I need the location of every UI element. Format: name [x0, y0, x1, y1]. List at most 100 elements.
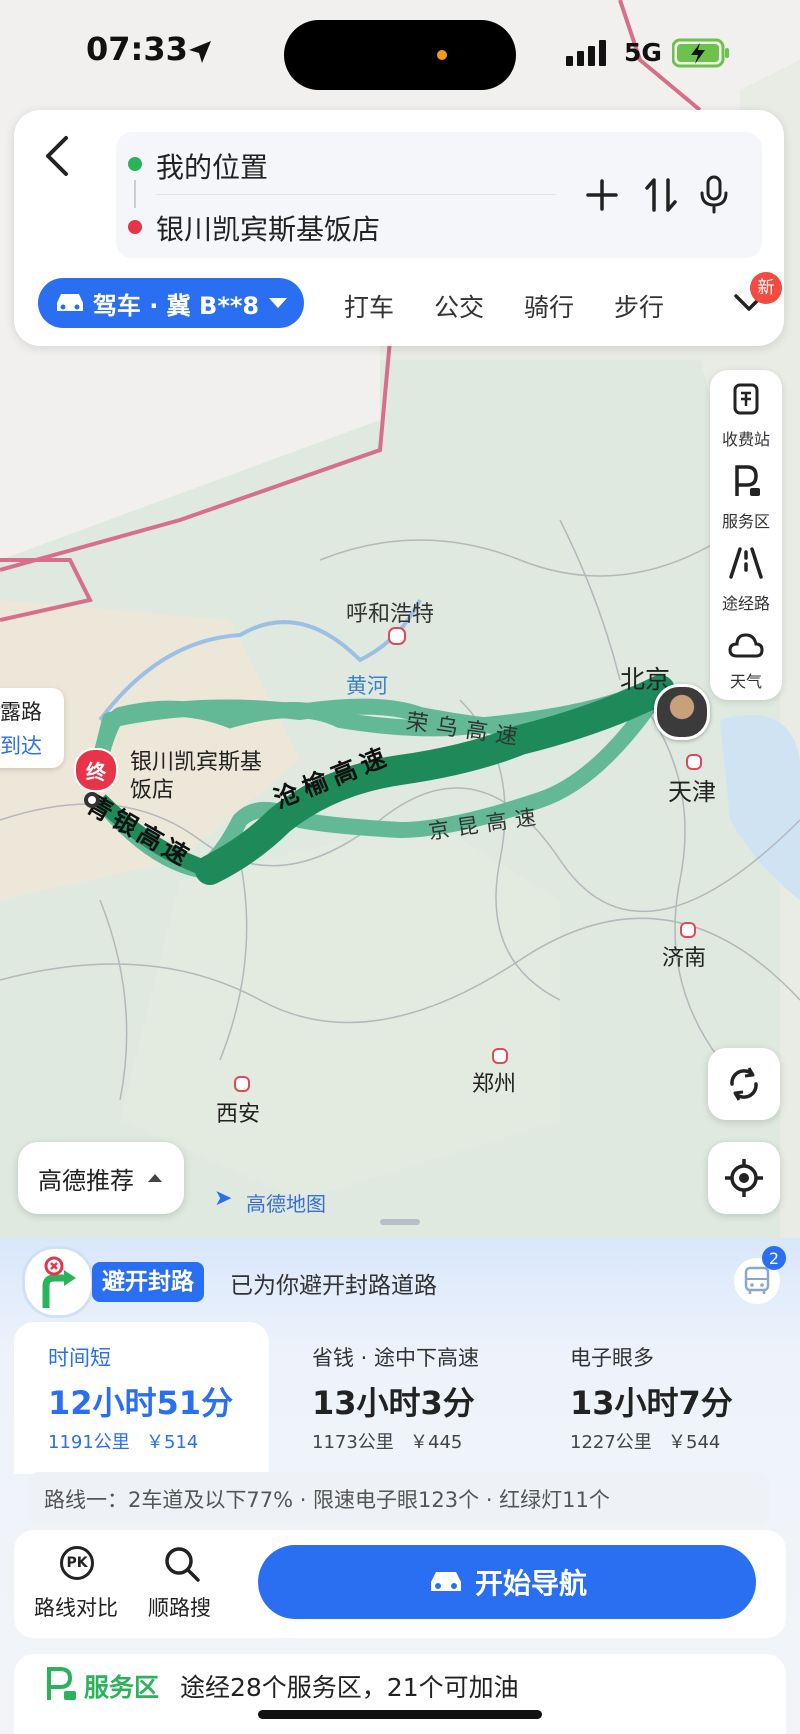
location-arrow-icon [189, 41, 211, 63]
road-closure-icon [22, 1246, 94, 1318]
city-zhengzhou-dot [492, 1048, 508, 1064]
refresh-route-button[interactable] [708, 1048, 780, 1120]
city-zhengzhou-label: 郑州 [472, 1072, 517, 1097]
mode-bike-tab[interactable]: 骑行 [524, 288, 574, 324]
service-area-icon [47, 1667, 76, 1700]
origin-dot [128, 157, 142, 171]
input-divider [156, 194, 556, 195]
route-3-distance: 1227公里 [570, 1432, 652, 1453]
route-road-icon [729, 547, 763, 579]
route-2-tag: 省钱 · 途中下高速 [312, 1346, 480, 1370]
city-tianjin-dot [686, 754, 702, 770]
city-jinan-label: 济南 [662, 946, 707, 971]
origin-field[interactable]: 我的位置 [156, 146, 268, 186]
tool-weather-label: 天气 [729, 672, 762, 691]
route-1-cost: ￥514 [146, 1432, 199, 1453]
start-navigation-label: 开始导航 [474, 1567, 587, 1600]
route-connector [134, 180, 136, 208]
destination-field[interactable]: 银川凯宾斯基饭店 [156, 208, 380, 248]
route-2-time: 13小时3分 [312, 1384, 475, 1422]
sheet-drag-handle[interactable] [380, 1219, 420, 1225]
destination-marker[interactable]: 终 [74, 748, 118, 792]
add-waypoint-icon[interactable] [585, 178, 619, 212]
city-xian-dot [234, 1076, 250, 1092]
amap-watermark: 高德地图 [246, 1192, 326, 1216]
search-icon [165, 1547, 200, 1582]
city-hohhot-dot [388, 627, 406, 645]
route-compare-button[interactable]: PK 路线对比 [30, 1544, 130, 1624]
start-navigation-button[interactable]: 开始导航 [258, 1545, 756, 1619]
mode-bus-tab[interactable]: 公交 [434, 288, 484, 324]
mode-drive-button[interactable]: 驾车 · 冀 B**8 [38, 278, 304, 328]
city-jinan-dot [680, 922, 696, 938]
recommend-label: 高德推荐 [38, 1166, 134, 1195]
destination-pin-dot [84, 792, 100, 808]
city-hohhot-label: 呼和浩特 [346, 602, 435, 627]
destination-marker-text: 终 [86, 759, 106, 784]
avoid-closure-text: 已为你避开封路道路 [230, 1273, 437, 1299]
route-2-distance: 1173公里 [312, 1432, 394, 1453]
signal-icon [566, 40, 606, 66]
route-callout-line2: 到达 [0, 734, 42, 758]
along-search-label: 顺路搜 [148, 1596, 211, 1620]
tool-route-road[interactable]: 途经路 [710, 542, 782, 616]
mode-walk-tab[interactable]: 步行 [614, 288, 664, 324]
car-icon [56, 294, 83, 311]
city-tianjin-label: 天津 [668, 778, 716, 806]
route-callout-line1: 露路 [0, 700, 42, 724]
destination-label-line2: 饭店 [130, 778, 175, 803]
caret-down-icon [269, 298, 288, 308]
service-area-title: 服务区 [84, 1673, 160, 1702]
route-1-tag: 时间短 [48, 1346, 111, 1370]
pk-icon: PK [60, 1546, 94, 1580]
dest-dot [128, 220, 142, 234]
privacy-indicator [437, 50, 447, 60]
route-callout[interactable]: 露路 到达 [0, 688, 64, 768]
route-3-time: 13小时7分 [570, 1384, 733, 1422]
route-option-2[interactable]: 省钱 · 途中下高速 13小时3分 1173公里 ￥445 [274, 1322, 529, 1474]
dynamic-island [284, 20, 516, 90]
route-3-cost: ￥544 [668, 1432, 721, 1453]
route-option-1[interactable]: 时间短 12小时51分 1191公里 ￥514 [14, 1322, 269, 1474]
tool-toll-label: 收费站 [721, 430, 770, 449]
tool-service-area[interactable]: 服务区 [710, 460, 782, 534]
mode-taxi-tab[interactable]: 打车 [344, 288, 394, 324]
swap-icon[interactable] [644, 176, 678, 214]
refresh-icon [730, 1067, 758, 1101]
locate-icon [725, 1159, 763, 1197]
service-area-text: 途经28个服务区，21个可加油 [180, 1673, 519, 1702]
avoid-closure-badge: 避开封路 [92, 1262, 204, 1302]
route-1-distance: 1191公里 [48, 1432, 130, 1453]
locate-me-button[interactable] [708, 1142, 780, 1214]
battery-charging-icon [672, 38, 729, 68]
recommend-dropdown[interactable]: 高德推荐 [18, 1142, 184, 1214]
route-option-3[interactable]: 电子眼多 13小时7分 1227公里 ￥544 [532, 1322, 787, 1474]
back-arrow-icon[interactable] [42, 134, 74, 178]
route-1-time: 12小时51分 [48, 1384, 234, 1422]
tool-route-label: 途经路 [721, 594, 770, 613]
status-time: 07:33 [86, 30, 188, 68]
city-xian-label: 西安 [216, 1102, 261, 1127]
route-info-text: 路线一：2车道及以下77% · 限速电子眼123个 · 红绿灯11个 [44, 1488, 610, 1512]
route-compare-label: 路线对比 [34, 1596, 118, 1620]
bus-count-badge: 2 [762, 1246, 786, 1270]
weather-icon [728, 633, 764, 658]
route-2-cost: ￥445 [410, 1432, 463, 1453]
user-location-avatar[interactable] [654, 684, 710, 740]
route-3-tag: 电子眼多 [570, 1346, 654, 1370]
river-label: 黄河 [346, 674, 388, 698]
caret-up-icon [148, 1174, 162, 1182]
along-search-button[interactable]: 顺路搜 [146, 1544, 236, 1624]
network-type: 5G [624, 38, 662, 67]
home-indicator [258, 1710, 542, 1719]
tool-toll-station[interactable]: 收费站 [710, 378, 782, 452]
service-area-icon [735, 465, 760, 496]
bus-icon [744, 1266, 770, 1294]
tool-weather[interactable]: 天气 [710, 624, 782, 698]
mode-drive-label: 驾车 · 冀 B**8 [92, 291, 260, 320]
car-icon [430, 1572, 461, 1591]
microphone-icon[interactable] [698, 174, 730, 214]
amap-watermark-icon: ➤ [214, 1186, 233, 1211]
new-badge: 新 [750, 272, 782, 304]
route-info-bar: 路线一：2车道及以下77% · 限速电子眼123个 · 红绿灯11个 [28, 1472, 770, 1524]
